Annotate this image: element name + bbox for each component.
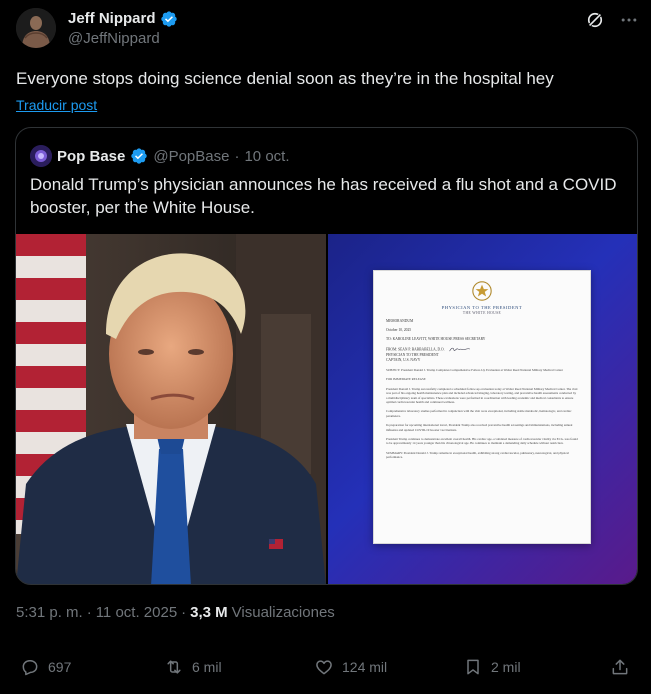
memo-document: PHYSICIAN TO THE PRESIDENT THE WHITE HOU… bbox=[373, 270, 591, 544]
memo-heading: MEMORANDUM bbox=[386, 319, 414, 323]
author-handle[interactable]: @JeffNippard bbox=[68, 30, 178, 47]
share-icon bbox=[612, 659, 628, 675]
memo-from: FROM: SEAN P. BARBABELLA, D.O. bbox=[386, 347, 445, 352]
like-count: 124 mil bbox=[342, 659, 388, 675]
heart-icon bbox=[316, 660, 332, 675]
views-label: Visualizaciones bbox=[231, 604, 335, 621]
memo-summary: SUMMARY: President Donald J. Trump remai… bbox=[386, 450, 569, 460]
memo-paragraph-1: President Donald J. Trump successfully c… bbox=[386, 386, 578, 405]
memo-date: October 10, 2025 bbox=[386, 328, 412, 332]
quoted-author-avatar[interactable] bbox=[30, 145, 52, 167]
quoted-text: Donald Trump’s physician announces he ha… bbox=[30, 175, 617, 217]
verified-badge-icon bbox=[160, 10, 177, 27]
tweet-meta: 5:31 p. m. · 11 oct. 2025 · 3,3 M Visual… bbox=[16, 604, 335, 621]
tweet-time[interactable]: 5:31 p. m. bbox=[16, 604, 83, 621]
tweet-header: Jeff Nippard @JeffNippard bbox=[16, 4, 639, 52]
presidential-seal-icon bbox=[472, 281, 492, 301]
memo-paragraph-4: President Trump continues to demonstrate… bbox=[386, 437, 578, 446]
like-button[interactable]: 124 mil bbox=[314, 657, 387, 677]
signature-icon bbox=[449, 347, 471, 352]
share-button[interactable] bbox=[610, 657, 630, 677]
views-count: 3,3 M bbox=[190, 604, 228, 621]
tweet-text: Everyone stops doing science denial soon… bbox=[16, 69, 554, 88]
bookmark-button[interactable]: 2 mil bbox=[463, 657, 521, 677]
tweet-date[interactable]: 11 oct. 2025 bbox=[96, 604, 177, 621]
memo-document-image[interactable]: PHYSICIAN TO THE PRESIDENT THE WHITE HOU… bbox=[328, 234, 637, 584]
tweet-actions-bar: 697 6 mil 124 mil 2 mil bbox=[20, 655, 631, 679]
portrait-photo[interactable] bbox=[16, 234, 326, 584]
meta-separator-2: · bbox=[181, 604, 187, 621]
memo-to: TO: KAROLINE LEAVITT, WHITE HOUSE PRESS … bbox=[386, 337, 486, 341]
repost-icon bbox=[167, 660, 181, 674]
memo-title: PHYSICIAN TO THE PRESIDENT bbox=[441, 305, 523, 310]
bookmark-icon bbox=[467, 659, 479, 675]
quoted-separator: · bbox=[234, 147, 240, 165]
quoted-date[interactable]: 10 oct. bbox=[244, 148, 289, 165]
memo-subject: SUBJECT: President Donald J. Trump Compl… bbox=[386, 368, 563, 372]
repost-count: 6 mil bbox=[192, 659, 222, 675]
quoted-author-handle[interactable]: @PopBase bbox=[153, 148, 229, 165]
quoted-author-name[interactable]: Pop Base bbox=[57, 148, 125, 165]
bookmark-count: 2 mil bbox=[491, 659, 521, 675]
quoted-media[interactable]: PHYSICIAN TO THE PRESIDENT THE WHITE HOU… bbox=[16, 234, 637, 584]
quoted-tweet[interactable]: Pop Base @PopBase · 10 oct. Donald Trump… bbox=[15, 127, 638, 585]
memo-from-rank: CAPTAIN, U.S. NAVY bbox=[386, 358, 421, 362]
translate-post-link[interactable]: Traducir post bbox=[16, 97, 97, 113]
reply-button[interactable]: 697 bbox=[20, 657, 71, 677]
repost-button[interactable]: 6 mil bbox=[164, 657, 222, 677]
quoted-verified-badge-icon bbox=[131, 148, 148, 164]
author-avatar[interactable] bbox=[16, 8, 56, 48]
more-options-icon[interactable] bbox=[619, 10, 639, 30]
memo-paragraph-2: Comprehensive laboratory studies perform… bbox=[386, 409, 572, 418]
author-name[interactable]: Jeff Nippard bbox=[68, 10, 156, 27]
reply-icon bbox=[22, 660, 38, 676]
memo-paragraph-3: In preparation for upcoming internationa… bbox=[386, 423, 573, 432]
grok-icon[interactable] bbox=[585, 10, 605, 30]
reply-count: 697 bbox=[48, 659, 72, 675]
meta-separator: · bbox=[86, 604, 92, 621]
memo-subtitle: THE WHITE HOUSE bbox=[462, 311, 502, 315]
memo-release: FOR IMMEDIATE RELEASE bbox=[386, 377, 426, 382]
